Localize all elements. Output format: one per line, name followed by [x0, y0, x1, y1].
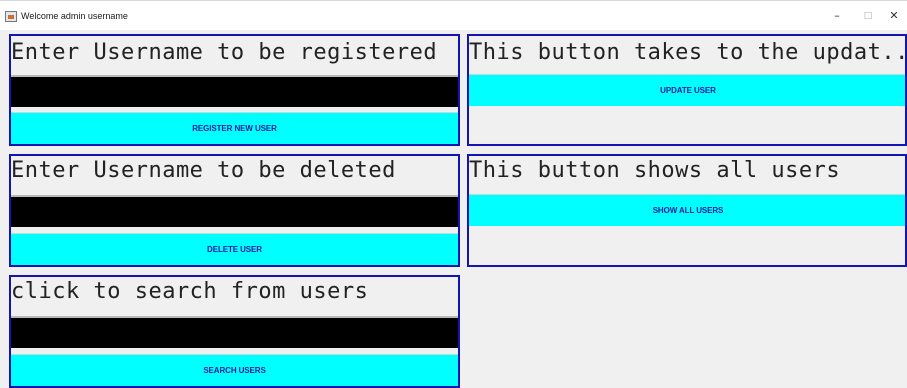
show-all-label: This button shows all users: [469, 158, 841, 183]
show-all-users-panel: This button shows all users SHOW ALL USE…: [467, 154, 907, 267]
maximize-icon[interactable]: □: [859, 9, 877, 23]
java-app-icon: [5, 11, 17, 22]
minimize-icon[interactable]: –: [828, 9, 846, 23]
search-username-input[interactable]: [11, 316, 458, 348]
search-users-button[interactable]: SEARCH USERS: [11, 354, 458, 386]
close-icon[interactable]: ✕: [885, 9, 903, 23]
delete-username-input[interactable]: [11, 195, 458, 227]
register-panel: Enter Username to be registered REGISTER…: [9, 34, 460, 146]
update-user-button[interactable]: UPDATE USER: [469, 74, 905, 106]
search-label: click to search from users: [11, 279, 369, 304]
update-panel: This button takes to the updat.. UPDATE …: [467, 34, 907, 146]
register-new-user-button[interactable]: REGISTER NEW USER: [11, 112, 458, 144]
window-title: Welcome admin username: [21, 11, 128, 21]
delete-user-button[interactable]: DELETE USER: [11, 233, 458, 265]
update-label: This button takes to the updat..: [469, 40, 907, 65]
register-username-input[interactable]: [11, 75, 458, 107]
show-all-users-button[interactable]: SHOW ALL USERS: [469, 194, 905, 226]
delete-panel: Enter Username to be deleted DELETE USER: [9, 154, 460, 267]
register-label: Enter Username to be registered: [11, 40, 438, 65]
delete-label: Enter Username to be deleted: [11, 158, 396, 183]
search-panel: click to search from users SEARCH USERS: [9, 275, 460, 388]
window-title-bar: Welcome admin username – □ ✕: [0, 0, 907, 30]
